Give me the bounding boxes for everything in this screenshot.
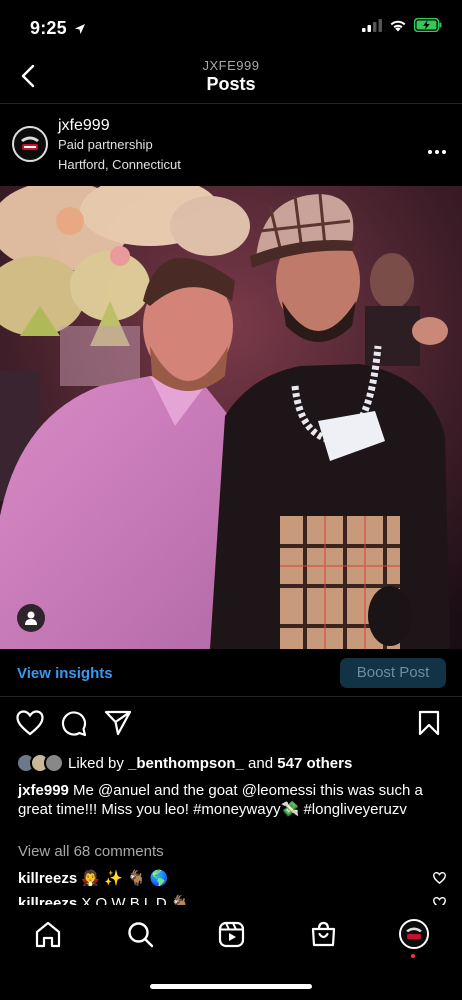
caption-text: Me @anuel and the goat @leomessi this wa… xyxy=(18,782,423,818)
liker-username[interactable]: _benthompson_ xyxy=(128,755,244,772)
comment-item: killreezs 🧛 ✨ 🐐 🌎 xyxy=(18,869,169,887)
caption-username[interactable]: jxfe999 xyxy=(18,782,69,799)
likes-row[interactable]: Liked by _benthompson_ and 547 others xyxy=(16,752,352,774)
post-photo-illustration xyxy=(0,186,462,649)
cellular-signal-icon xyxy=(362,18,382,32)
comment-text: 🧛 ✨ 🐐 🌎 xyxy=(77,870,169,887)
insights-row: View insights Boost Post xyxy=(0,649,462,697)
likes-count[interactable]: 547 others xyxy=(277,755,352,772)
shop-icon xyxy=(311,921,335,946)
status-time: 9:25 xyxy=(30,18,86,39)
avatar-logo xyxy=(15,129,45,159)
search-icon xyxy=(127,921,153,947)
tab-profile[interactable] xyxy=(399,919,429,949)
likes-prefix: Liked by xyxy=(68,754,129,772)
boost-post-button[interactable]: Boost Post xyxy=(340,658,446,688)
wifi-icon xyxy=(390,20,406,31)
tagged-people-button[interactable] xyxy=(17,604,45,632)
avatar-logo xyxy=(401,921,427,947)
comment-button[interactable] xyxy=(60,710,87,742)
tab-shop[interactable] xyxy=(308,919,338,949)
notification-dot xyxy=(411,954,415,958)
share-button[interactable] xyxy=(104,710,132,741)
tab-reels[interactable] xyxy=(216,919,246,949)
reels-icon xyxy=(218,921,244,947)
post-photo[interactable] xyxy=(0,186,462,649)
view-all-comments-link[interactable]: View all 68 comments xyxy=(18,843,164,860)
home-icon xyxy=(35,921,61,947)
tab-home[interactable] xyxy=(33,919,63,949)
heart-icon xyxy=(16,710,44,736)
nav-header: JXFE999 Posts xyxy=(0,52,462,104)
page-title: Posts xyxy=(206,74,256,94)
home-indicator xyxy=(150,984,312,989)
view-insights-link[interactable]: View insights xyxy=(17,665,113,682)
post-caption: jxfe999 Me @anuel and the goat @leomessi… xyxy=(18,781,448,819)
post-username[interactable]: jxfe999 xyxy=(58,117,110,135)
liker-avatars xyxy=(16,753,68,773)
nav-account-label: JXFE999 xyxy=(202,58,260,73)
avatar xyxy=(399,919,429,949)
avatar xyxy=(44,753,64,773)
status-bar: 9:25 xyxy=(0,0,462,52)
location-arrow-icon xyxy=(75,24,86,35)
heart-icon xyxy=(433,871,446,884)
save-button[interactable] xyxy=(418,710,440,741)
user-tag-icon xyxy=(25,611,37,625)
like-button[interactable] xyxy=(16,710,44,741)
post-avatar[interactable] xyxy=(12,126,48,162)
comment-like-button[interactable] xyxy=(433,871,446,889)
post-header: jxfe999 Paid partnership Hartford, Conne… xyxy=(0,104,462,186)
bookmark-icon xyxy=(418,710,440,736)
comment-username[interactable]: killreezs xyxy=(18,870,77,887)
likes-middle: and xyxy=(243,754,278,772)
more-options-button[interactable] xyxy=(428,138,446,159)
battery-charging-icon xyxy=(414,18,442,32)
send-icon xyxy=(104,710,132,736)
post-location[interactable]: Hartford, Connecticut xyxy=(58,157,181,172)
paid-partnership-label[interactable]: Paid partnership xyxy=(58,137,153,152)
post-actions xyxy=(0,706,462,746)
likes-text: Liked by _benthompson_ and 547 others xyxy=(68,755,352,772)
tab-search[interactable] xyxy=(125,919,155,949)
comment-icon xyxy=(61,711,87,737)
more-horizontal-icon xyxy=(428,150,446,154)
